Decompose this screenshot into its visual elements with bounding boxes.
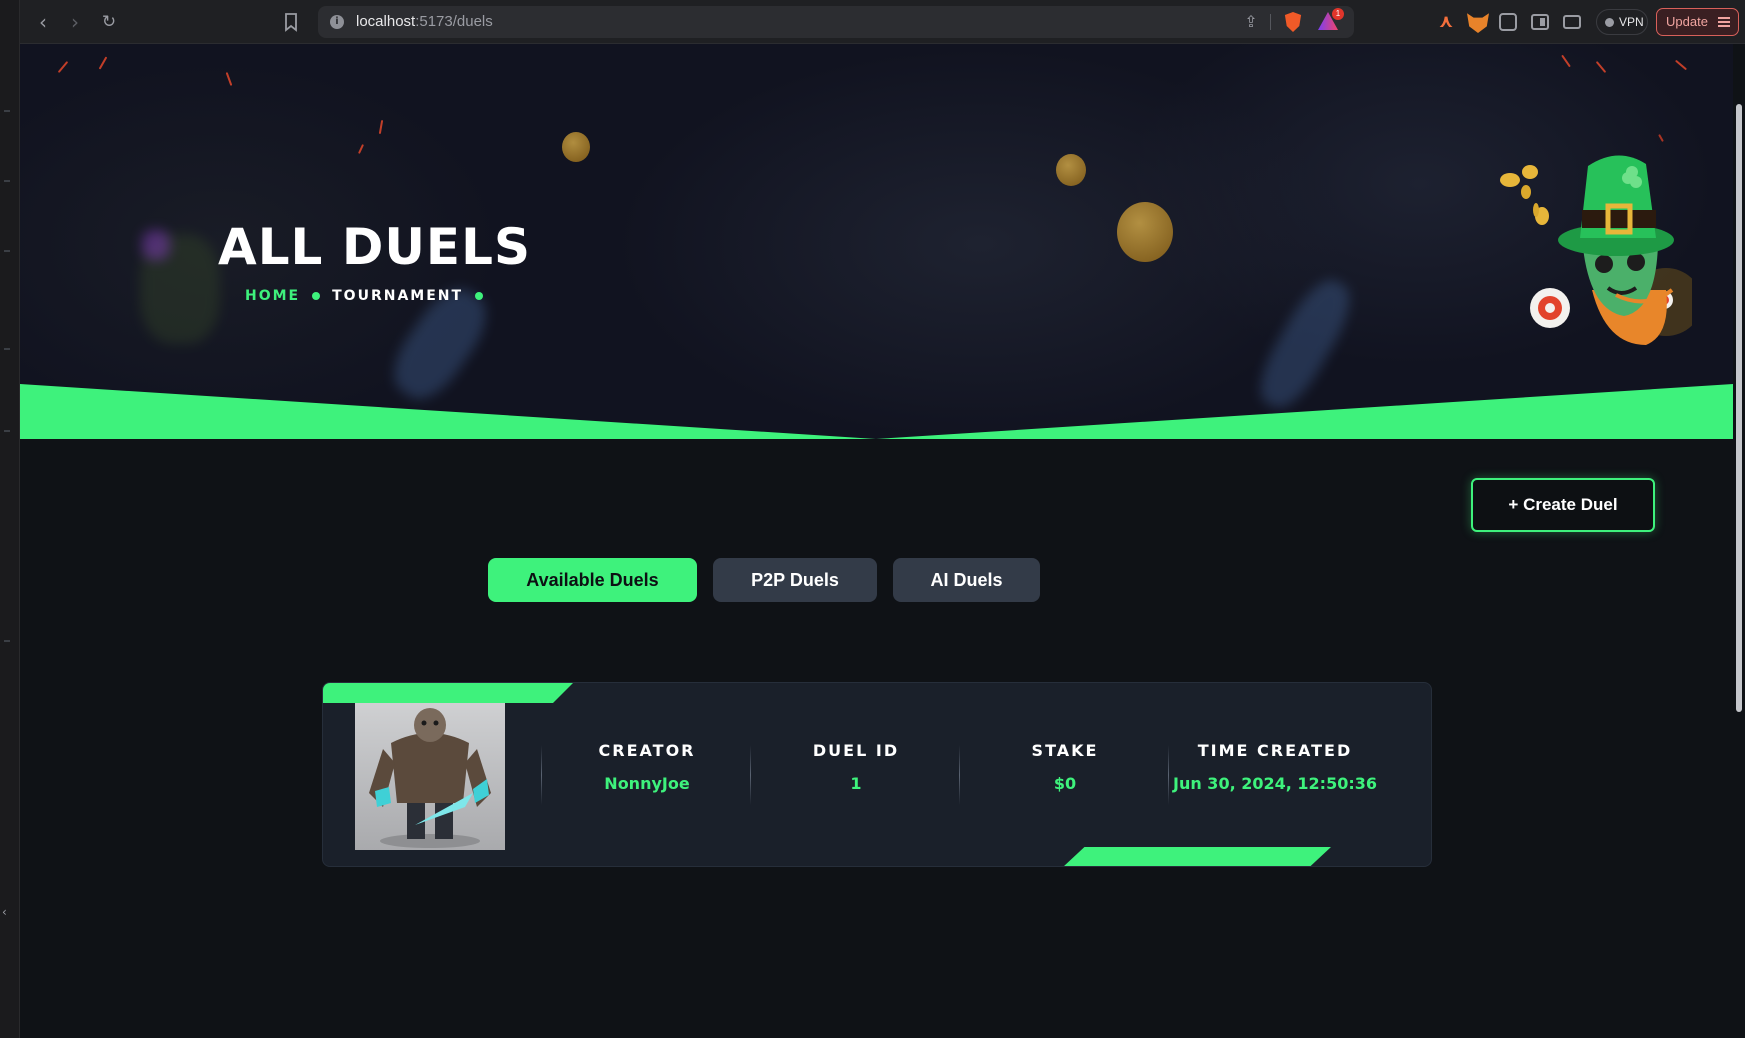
duel-card[interactable]: CREATOR NonnyJoe DUEL ID 1 STAKE $0 TIME… [322, 682, 1432, 867]
leprechaun-mascot-image [1500, 155, 1692, 345]
background-window-strip: ‹ [0, 0, 20, 1038]
rewards-badge: 1 [1332, 8, 1344, 20]
breadcrumb: HOME TOURNAMENT [245, 288, 484, 304]
floating-coin [1117, 202, 1173, 262]
update-label: Update [1666, 14, 1708, 29]
tab-available-duels[interactable]: Available Duels [488, 558, 697, 602]
menu-icon [1718, 17, 1730, 27]
address-bar[interactable]: i localhost:5173/duels ⇪ 1 [318, 6, 1354, 38]
hero-banner: ALL DUELS HOME TOURNAMENT [20, 44, 1733, 439]
forward-icon[interactable]: › [64, 11, 86, 33]
collapse-chevron-icon[interactable]: ‹ [2, 905, 7, 919]
update-button[interactable]: Update [1656, 8, 1739, 36]
duel-id-value: 1 [850, 774, 862, 793]
page-scrollbar[interactable] [1733, 44, 1745, 1038]
url-separator [1270, 14, 1271, 30]
tab-ai-duels[interactable]: AI Duels [893, 558, 1040, 602]
breadcrumb-home-link[interactable]: HOME [245, 288, 300, 304]
duel-tabs: Available Duels P2P Duels AI Duels [488, 558, 1040, 602]
ember-spark [1595, 60, 1607, 74]
creator-label: CREATOR [598, 741, 696, 760]
vpn-button[interactable]: VPN [1596, 9, 1648, 35]
page-title: ALL DUELS [218, 218, 531, 276]
strip-mark [4, 180, 10, 182]
ember-spark [378, 119, 384, 135]
creator-column: CREATOR NonnyJoe [543, 741, 751, 793]
duel-character-avatar [355, 703, 505, 850]
floating-coin [562, 132, 590, 162]
stake-value: $0 [1053, 774, 1077, 793]
stake-column: STAKE $0 [961, 741, 1169, 793]
breadcrumb-separator-dot [475, 292, 484, 300]
time-created-column: TIME CREATED Jun 30, 2024, 12:50:36 [1170, 741, 1380, 793]
breadcrumb-separator-dot [312, 292, 321, 300]
strip-mark [4, 430, 10, 432]
strip-mark [4, 110, 10, 112]
scrollbar-thumb[interactable] [1736, 104, 1742, 712]
breadcrumb-current: TOURNAMENT [332, 288, 464, 304]
column-divider [541, 745, 542, 805]
sidebar-toggle-icon[interactable] [1531, 14, 1549, 30]
strip-mark [4, 348, 10, 350]
url-text[interactable]: localhost:5173/duels [356, 13, 493, 30]
card-accent-stripe [1063, 847, 1331, 866]
share-icon[interactable]: ⇪ [1242, 13, 1260, 31]
duel-id-column: DUEL ID 1 [752, 741, 960, 793]
character-warrior-image [369, 708, 491, 848]
ember-spark [1561, 54, 1571, 68]
strip-mark [4, 640, 10, 642]
column-divider [750, 745, 751, 805]
wallet-icon[interactable] [1563, 15, 1581, 29]
ember-spark [225, 72, 233, 86]
browser-toolbar: ‹ › ↻ i localhost:5173/duels ⇪ 1 ⋏ VPN U… [20, 0, 1745, 44]
strip-mark [4, 250, 10, 252]
create-duel-button[interactable]: + Create Duel [1471, 478, 1655, 532]
ember-spark [357, 144, 365, 154]
creator-value: NonnyJoe [604, 774, 690, 793]
ember-spark [57, 60, 69, 74]
metamask-fox-icon[interactable] [1467, 13, 1489, 33]
duel-id-label: DUEL ID [812, 741, 900, 760]
time-created-value: Jun 30, 2024, 12:50:36 [1173, 774, 1377, 793]
time-created-label: TIME CREATED [1197, 741, 1353, 760]
ember-spark [98, 56, 108, 70]
extension-a-icon[interactable]: ⋏ [1435, 11, 1457, 33]
tab-p2p-duels[interactable]: P2P Duels [713, 558, 877, 602]
stake-label: STAKE [1031, 741, 1099, 760]
hero-divider-band [20, 384, 1733, 439]
extensions-puzzle-icon[interactable] [1499, 13, 1517, 31]
ember-spark [1674, 59, 1688, 71]
bookmark-icon[interactable] [282, 11, 300, 33]
column-divider [1168, 745, 1169, 805]
card-accent-stripe [323, 683, 573, 703]
back-icon[interactable]: ‹ [32, 11, 54, 33]
floating-coin [1056, 154, 1086, 186]
brave-shields-icon[interactable] [1284, 12, 1302, 32]
column-divider [959, 745, 960, 805]
page-viewport: ALL DUELS HOME TOURNAMENT + Create Duel … [20, 44, 1733, 1038]
site-info-icon[interactable]: i [330, 15, 344, 29]
reload-icon[interactable]: ↻ [98, 11, 120, 33]
background-gem [142, 230, 170, 260]
